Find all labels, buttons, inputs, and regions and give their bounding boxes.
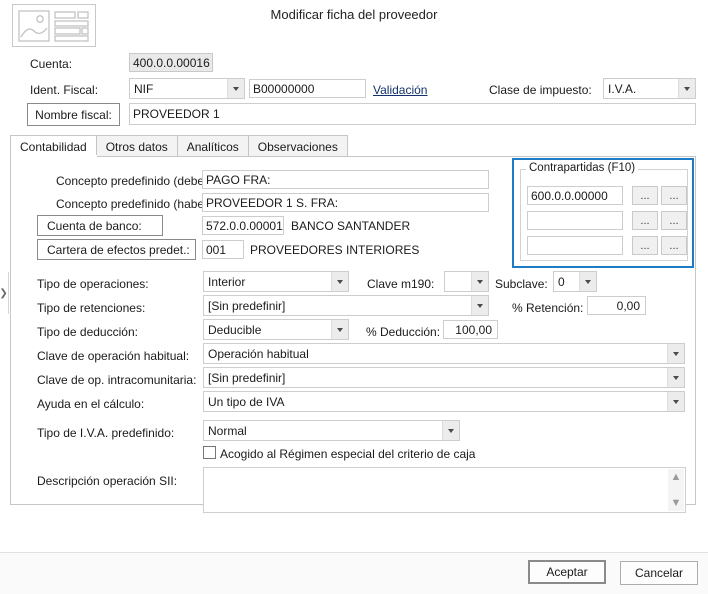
supplier-edit-dialog: Modificar ficha del proveedor Cuenta: 40… bbox=[0, 0, 708, 594]
ident-fiscal-type-select[interactable]: NIF bbox=[129, 78, 245, 99]
tab-observaciones[interactable]: Observaciones bbox=[247, 135, 348, 157]
tab-strip: Contabilidad Otros datos Analíticos Obse… bbox=[10, 135, 348, 157]
clave-op-habitual-select[interactable]: Operación habitual bbox=[203, 343, 685, 364]
cuenta-banco-button[interactable]: Cuenta de banco: bbox=[37, 215, 163, 236]
footer-bar: Aceptar Cancelar bbox=[0, 553, 708, 594]
concepto-debe-field[interactable]: PAGO FRA: bbox=[202, 170, 489, 189]
chevron-up-icon[interactable]: ▲ bbox=[671, 472, 682, 483]
cuenta-label: Cuenta: bbox=[30, 57, 73, 71]
concepto-debe-label: Concepto predefinido (debe): bbox=[56, 174, 212, 188]
tab-otros-datos[interactable]: Otros datos bbox=[95, 135, 178, 157]
tab-contabilidad[interactable]: Contabilidad bbox=[10, 135, 97, 157]
nombre-fiscal-button[interactable]: Nombre fiscal: bbox=[27, 103, 120, 126]
chevron-down-icon bbox=[678, 79, 695, 98]
expand-panel-handle-icon[interactable]: ❯ bbox=[0, 286, 8, 300]
criterio-caja-checkbox[interactable] bbox=[203, 446, 216, 459]
concepto-haber-field[interactable]: PROVEEDOR 1 S. FRA: bbox=[202, 193, 489, 212]
chevron-down-icon bbox=[667, 344, 684, 363]
clave-op-intracomunitaria-value: [Sin predefinir] bbox=[208, 370, 286, 385]
tipo-retenciones-label: Tipo de retenciones: bbox=[37, 301, 146, 315]
cartera-code-field[interactable]: 001 bbox=[202, 240, 244, 259]
clase-impuesto-value: I.V.A. bbox=[608, 81, 637, 96]
clave-op-habitual-value: Operación habitual bbox=[208, 346, 309, 361]
pct-retencion-field[interactable]: 0,00 bbox=[587, 296, 646, 315]
subclave-label: Subclave: bbox=[495, 277, 548, 291]
tipo-deduccion-value: Deducible bbox=[208, 322, 262, 337]
clase-impuesto-label: Clase de impuesto: bbox=[489, 83, 592, 97]
tipo-iva-value: Normal bbox=[208, 423, 247, 438]
tipo-retenciones-select[interactable]: [Sin predefinir] bbox=[203, 295, 489, 316]
pct-retencion-label: % Retención: bbox=[512, 301, 584, 315]
chevron-down-icon bbox=[667, 392, 684, 411]
ident-fiscal-label: Ident. Fiscal: bbox=[30, 83, 99, 97]
criterio-caja-label[interactable]: Acogido al Régimen especial del criterio… bbox=[220, 447, 475, 461]
concepto-haber-label: Concepto predefinido (haber): bbox=[56, 197, 216, 211]
clave-m190-select[interactable] bbox=[444, 271, 489, 292]
tipo-deduccion-select[interactable]: Deducible bbox=[203, 319, 349, 340]
cuenta-banco-name: BANCO SANTANDER bbox=[291, 219, 411, 233]
contrapartida-field-3[interactable] bbox=[527, 236, 623, 255]
chevron-down-icon bbox=[227, 79, 244, 98]
contrapartida-field-2[interactable] bbox=[527, 211, 623, 230]
descripcion-sii-value bbox=[204, 468, 685, 472]
accept-button[interactable]: Aceptar bbox=[528, 560, 606, 584]
ayuda-calculo-select[interactable]: Un tipo de IVA bbox=[203, 391, 685, 412]
contrapartida-browse-1a[interactable]: ... bbox=[632, 186, 658, 205]
textarea-scrollbar[interactable]: ▲ ▼ bbox=[668, 469, 684, 511]
tipo-operaciones-label: Tipo de operaciones: bbox=[37, 277, 149, 291]
clave-op-intracomunitaria-label: Clave de op. intracomunitaria: bbox=[37, 373, 197, 387]
cuenta-banco-code-field[interactable]: 572.0.0.00001 bbox=[202, 216, 284, 235]
chevron-down-icon bbox=[579, 272, 596, 291]
tipo-iva-select[interactable]: Normal bbox=[203, 420, 460, 441]
chevron-down-icon bbox=[331, 272, 348, 291]
tab-active-joint bbox=[11, 155, 97, 157]
page-title: Modificar ficha del proveedor bbox=[270, 7, 438, 22]
clave-m190-label: Clave m190: bbox=[367, 277, 435, 291]
pct-deduccion-field[interactable]: 100,00 bbox=[443, 320, 498, 339]
pct-deduccion-label: % Deducción: bbox=[366, 325, 441, 339]
subclave-select[interactable]: 0 bbox=[553, 271, 597, 292]
descripcion-sii-textarea[interactable]: ▲ ▼ bbox=[203, 467, 686, 513]
validacion-link[interactable]: Validación bbox=[373, 83, 427, 97]
cuenta-field[interactable]: 400.0.0.00016 bbox=[129, 53, 213, 72]
clave-op-habitual-label: Clave de operación habitual: bbox=[37, 349, 190, 363]
ayuda-calculo-value: Un tipo de IVA bbox=[208, 394, 285, 409]
panel-edge-divider bbox=[8, 272, 9, 314]
nombre-fiscal-field[interactable]: PROVEEDOR 1 bbox=[129, 103, 696, 125]
chevron-down-icon bbox=[471, 272, 488, 291]
contrapartida-field-1[interactable]: 600.0.0.00000 bbox=[527, 186, 623, 205]
tipo-iva-label: Tipo de I.V.A. predefinido: bbox=[37, 426, 175, 440]
chevron-down-icon bbox=[667, 368, 684, 387]
cartera-efectos-button[interactable]: Cartera de efectos predet.: bbox=[37, 239, 196, 260]
tab-analiticos[interactable]: Analíticos bbox=[176, 135, 249, 157]
ident-fiscal-type-value: NIF bbox=[134, 81, 154, 96]
cartera-name: PROVEEDORES INTERIORES bbox=[250, 243, 420, 257]
chevron-down-icon[interactable]: ▼ bbox=[671, 498, 682, 509]
contrapartida-browse-3a[interactable]: ... bbox=[632, 236, 658, 255]
tipo-deduccion-label: Tipo de deducción: bbox=[37, 325, 138, 339]
tipo-operaciones-select[interactable]: Interior bbox=[203, 271, 349, 292]
subclave-value: 0 bbox=[558, 274, 565, 289]
tipo-retenciones-value: [Sin predefinir] bbox=[208, 298, 286, 313]
descripcion-sii-label: Descripción operación SII: bbox=[37, 474, 178, 488]
contrapartida-browse-3b[interactable]: ... bbox=[661, 236, 687, 255]
clase-impuesto-select[interactable]: I.V.A. bbox=[603, 78, 696, 99]
chevron-down-icon bbox=[471, 296, 488, 315]
clave-op-intracomunitaria-select[interactable]: [Sin predefinir] bbox=[203, 367, 685, 388]
chevron-down-icon bbox=[442, 421, 459, 440]
chevron-down-icon bbox=[331, 320, 348, 339]
ayuda-calculo-label: Ayuda en el cálculo: bbox=[37, 397, 145, 411]
cancel-button[interactable]: Cancelar bbox=[620, 561, 698, 585]
contrapartidas-legend: Contrapartidas (F10) bbox=[526, 162, 639, 174]
contrapartidas-group: Contrapartidas (F10) 600.0.0.00000 ... .… bbox=[512, 158, 694, 268]
tipo-operaciones-value: Interior bbox=[208, 274, 246, 289]
contrapartida-browse-1b[interactable]: ... bbox=[661, 186, 687, 205]
ident-fiscal-number-field[interactable]: B00000000 bbox=[249, 79, 366, 98]
contrapartida-browse-2b[interactable]: ... bbox=[661, 211, 687, 230]
contrapartida-browse-2a[interactable]: ... bbox=[632, 211, 658, 230]
